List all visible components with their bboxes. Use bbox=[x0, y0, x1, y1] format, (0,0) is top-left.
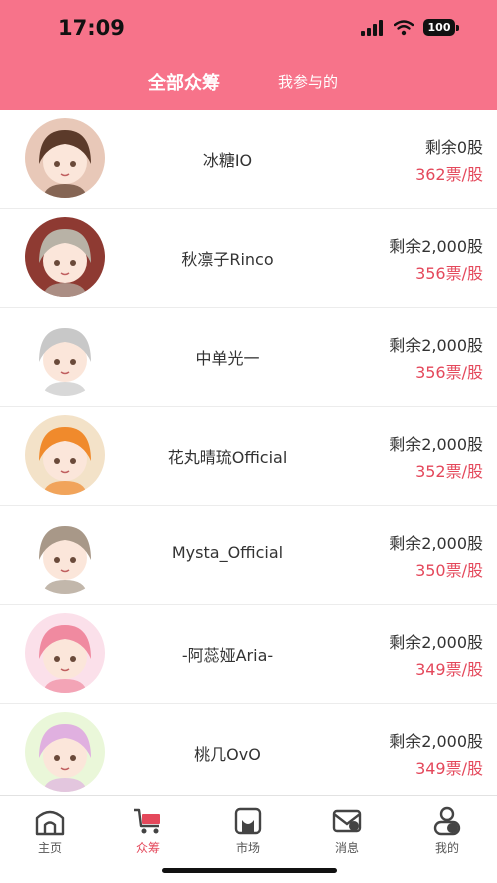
avatar bbox=[25, 712, 105, 792]
list-item[interactable]: -阿蕊娅Aria- 剩余2,000股 349票/股 bbox=[0, 605, 497, 704]
crowdfunding-list: 冰糖IO 剩余0股 362票/股 秋凛子Rinco 剩余2,000股 356票/股 中单光一… bbox=[0, 110, 497, 794]
remaining-shares: 剩余2,000股 bbox=[389, 732, 483, 751]
tab-bar: 全部众筹 我参与的 bbox=[0, 62, 497, 102]
remaining-shares: 剩余2,000股 bbox=[389, 633, 483, 652]
avatar bbox=[25, 118, 105, 198]
share-price: 356票/股 bbox=[415, 363, 483, 382]
nav-market[interactable]: 市场 bbox=[218, 806, 278, 856]
header: 17:09 100 全部众筹 我参与的 bbox=[0, 0, 497, 110]
share-price: 349票/股 bbox=[415, 660, 483, 679]
status-time: 17:09 bbox=[58, 16, 125, 40]
share-price: 349票/股 bbox=[415, 759, 483, 778]
wifi-icon bbox=[394, 19, 414, 35]
signal-icon bbox=[361, 19, 383, 36]
remaining-shares: 剩余2,000股 bbox=[389, 534, 483, 553]
tab-my-participation[interactable]: 我参与的 bbox=[278, 71, 338, 92]
streamer-name: -阿蕊娅Aria- bbox=[181, 646, 274, 665]
list-item[interactable]: 秋凛子Rinco 剩余2,000股 356票/股 bbox=[0, 209, 497, 308]
streamer-name: 桃几OvO bbox=[194, 745, 261, 764]
remaining-shares: 剩余2,000股 bbox=[389, 435, 483, 454]
mail-icon bbox=[332, 809, 362, 833]
remaining-shares: 剩余2,000股 bbox=[389, 336, 483, 355]
avatar bbox=[25, 613, 105, 693]
nav-crowdfunding-label: 众筹 bbox=[135, 841, 160, 855]
streamer-name: 中单光一 bbox=[195, 349, 260, 368]
nav-messages[interactable]: 消息 bbox=[317, 806, 377, 856]
streamer-name: 冰糖IO bbox=[202, 151, 253, 170]
status-bar: 17:09 100 bbox=[0, 0, 497, 58]
home-icon bbox=[35, 810, 65, 836]
nav-messages-label: 消息 bbox=[334, 841, 359, 855]
avatar bbox=[25, 316, 105, 396]
remaining-shares: 剩余2,000股 bbox=[389, 237, 483, 256]
remaining-shares: 剩余0股 bbox=[424, 138, 483, 157]
share-price: 350票/股 bbox=[415, 561, 483, 580]
nav-profile[interactable]: 我的 bbox=[417, 806, 477, 856]
battery-icon: 100 bbox=[423, 19, 459, 36]
battery-level: 100 bbox=[423, 19, 455, 36]
avatar bbox=[25, 514, 105, 594]
nav-crowdfunding[interactable]: 众筹 bbox=[118, 806, 178, 856]
nav-home[interactable]: 主页 bbox=[20, 806, 80, 856]
share-price: 356票/股 bbox=[415, 264, 483, 283]
list-item[interactable]: Mysta_Official 剩余2,000股 350票/股 bbox=[0, 506, 497, 605]
profile-icon bbox=[433, 806, 461, 836]
avatar bbox=[25, 217, 105, 297]
streamer-name: Mysta_Official bbox=[171, 543, 284, 562]
avatar bbox=[25, 415, 105, 495]
nav-market-label: 市场 bbox=[235, 841, 260, 855]
share-price: 352票/股 bbox=[415, 462, 483, 481]
list-item[interactable]: 花丸晴琉Official 剩余2,000股 352票/股 bbox=[0, 407, 497, 506]
market-icon bbox=[234, 807, 262, 835]
nav-home-label: 主页 bbox=[37, 841, 62, 855]
tab-all-crowdfunding[interactable]: 全部众筹 bbox=[148, 69, 220, 95]
list-item[interactable]: 冰糖IO 剩余0股 362票/股 bbox=[0, 110, 497, 209]
nav-profile-label: 我的 bbox=[434, 841, 459, 855]
status-icons: 100 bbox=[361, 19, 459, 36]
list-item[interactable]: 桃几OvO 剩余2,000股 349票/股 bbox=[0, 704, 497, 794]
home-indicator bbox=[162, 868, 337, 873]
streamer-name: 花丸晴琉Official bbox=[167, 448, 288, 467]
cart-icon bbox=[134, 808, 160, 834]
list-item[interactable]: 中单光一 剩余2,000股 356票/股 bbox=[0, 308, 497, 407]
share-price: 362票/股 bbox=[415, 165, 483, 184]
streamer-name: 秋凛子Rinco bbox=[181, 250, 274, 269]
